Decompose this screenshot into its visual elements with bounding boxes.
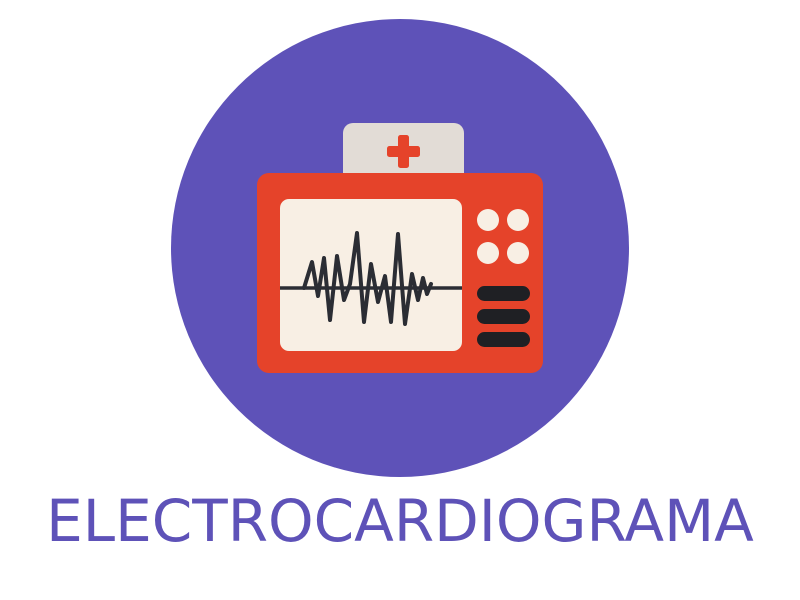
knob (477, 209, 499, 231)
knob (507, 242, 529, 264)
slot (477, 332, 530, 347)
knob (477, 242, 499, 264)
ecg-logo: ELECTROCARDIOGRAMA (0, 0, 800, 600)
slot (477, 309, 530, 324)
knob (507, 209, 529, 231)
logo-caption: ELECTROCARDIOGRAMA (46, 487, 754, 555)
slot (477, 286, 530, 301)
control-slots (477, 286, 530, 347)
